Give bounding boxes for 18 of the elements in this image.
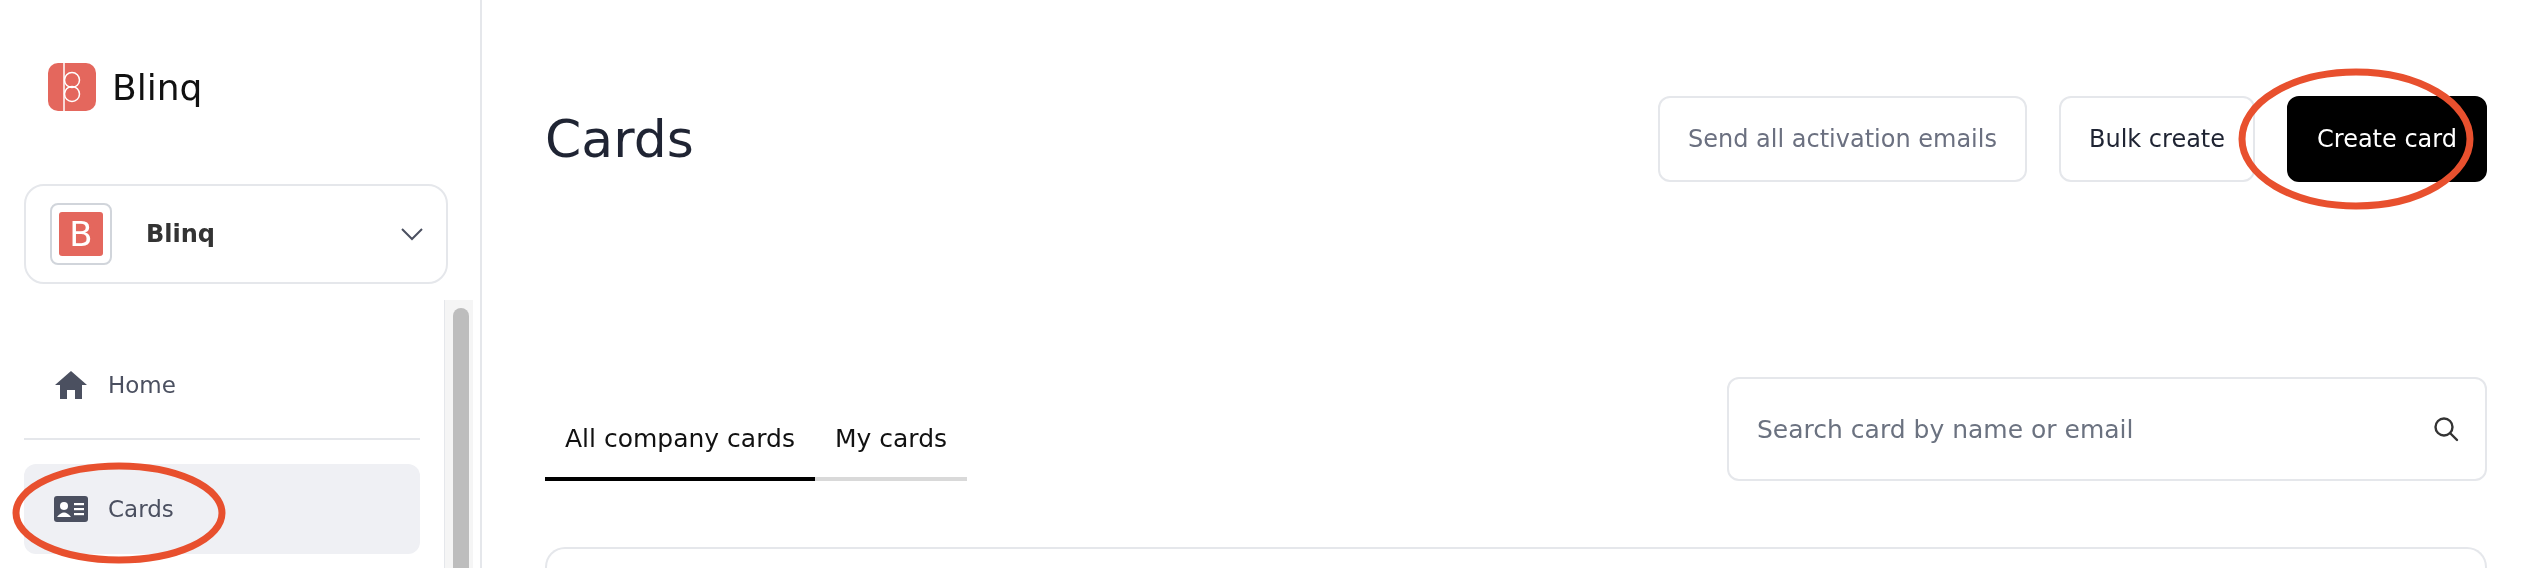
chevron-down-icon (400, 227, 424, 241)
search-field[interactable]: Search card by name or email (1727, 377, 2487, 481)
action-button[interactable]: Bulk create (2058, 96, 2256, 182)
home-icon (54, 370, 88, 400)
scrollbar[interactable] (444, 300, 473, 568)
id-card-icon (54, 496, 88, 522)
brand-name: Blinq (112, 66, 203, 108)
nav-item[interactable]: Cards (24, 464, 420, 554)
nav-item[interactable]: Home (24, 340, 420, 430)
workspace-dropdown[interactable]: B Blinq (24, 184, 448, 284)
search-icon (2433, 416, 2459, 442)
action-button[interactable]: Create card (2287, 96, 2487, 182)
tab[interactable]: My cards (814, 424, 968, 481)
action-button[interactable]: Send all activation emails (1658, 96, 2027, 182)
tab[interactable]: All company cards (545, 424, 815, 481)
logo-icon (48, 63, 96, 111)
page-title: Cards (545, 109, 695, 169)
workspace-logo: B (50, 203, 112, 265)
